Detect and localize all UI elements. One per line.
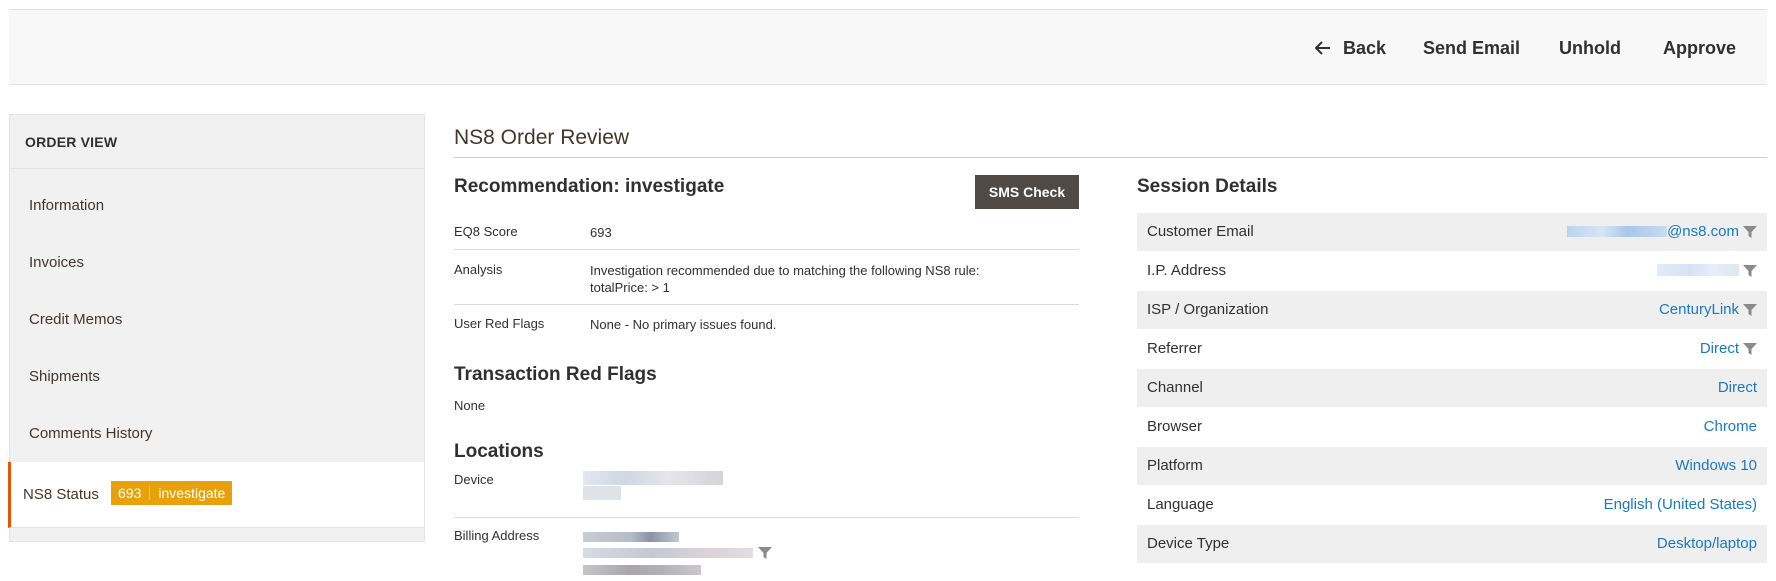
user-red-flags-value: None - No primary issues found.	[590, 317, 777, 332]
row-label: I.P. Address	[1147, 262, 1226, 279]
badge-score: 693	[118, 485, 142, 501]
sidebar-item-label: NS8 Status	[23, 486, 99, 503]
transaction-red-flags-value: None	[454, 398, 486, 413]
transaction-red-flags-title: Transaction Red Flags	[454, 364, 657, 385]
redacted-billing-address	[583, 532, 773, 580]
row-label: Referrer	[1147, 340, 1203, 357]
row-label: Device Type	[1147, 535, 1230, 552]
status-badge: 693 investigate	[111, 481, 233, 505]
sidebar-title: ORDER VIEW	[10, 115, 424, 169]
session-row-ip-address: I.P. Address	[1137, 252, 1767, 290]
sidebar-item-invoices[interactable]: Invoices	[9, 234, 423, 291]
divider	[454, 157, 1767, 158]
platform-link[interactable]: Windows 10	[1675, 447, 1757, 485]
sidebar-item-credit-memos[interactable]: Credit Memos	[9, 291, 423, 348]
filter-icon[interactable]	[1743, 304, 1757, 316]
language-link[interactable]: English (United States)	[1604, 486, 1757, 524]
divider	[454, 304, 1079, 305]
eq8-score-value: 693	[590, 225, 612, 240]
approve-button[interactable]: Approve	[1663, 10, 1736, 86]
session-details-title: Session Details	[1137, 176, 1278, 197]
redacted-device-location	[583, 471, 723, 501]
analysis-value-line2: totalPrice: > 1	[590, 280, 670, 295]
session-row-customer-email: Customer Email @ns8.com	[1137, 213, 1767, 251]
sidebar-item-ns8-status[interactable]: NS8 Status 693 investigate	[8, 462, 424, 528]
user-red-flags-label: User Red Flags	[454, 316, 545, 331]
row-label: Channel	[1147, 379, 1203, 396]
filter-icon[interactable]	[758, 547, 772, 559]
billing-address-label: Billing Address	[454, 528, 540, 543]
device-type-link[interactable]: Desktop/laptop	[1657, 525, 1757, 563]
divider	[454, 517, 1079, 518]
unhold-button[interactable]: Unhold	[1559, 10, 1621, 86]
session-row-browser: Browser Chrome	[1137, 408, 1767, 446]
eq8-score-label: EQ8 Score	[454, 224, 518, 239]
customer-email-link[interactable]: @ns8.com	[1567, 213, 1739, 251]
page-actions-bar: Back Send Email Unhold Approve	[9, 9, 1767, 85]
row-label: Platform	[1147, 457, 1203, 474]
row-label: ISP / Organization	[1147, 301, 1269, 318]
ip-address-link[interactable]	[1657, 252, 1739, 290]
sidebar-item-shipments[interactable]: Shipments	[9, 348, 423, 405]
recommendation-title: Recommendation: investigate	[454, 176, 725, 197]
sidebar-item-information[interactable]: Information	[9, 177, 423, 234]
row-label: Language	[1147, 496, 1214, 513]
session-row-language: Language English (United States)	[1137, 486, 1767, 524]
device-label: Device	[454, 472, 494, 487]
sms-check-button[interactable]: SMS Check	[975, 175, 1079, 209]
session-row-channel: Channel Direct	[1137, 369, 1767, 407]
analysis-label: Analysis	[454, 262, 503, 277]
session-row-platform: Platform Windows 10	[1137, 447, 1767, 485]
session-row-referrer: Referrer Direct	[1137, 330, 1767, 368]
divider	[454, 249, 1079, 250]
arrow-left-icon	[1315, 41, 1330, 55]
back-button[interactable]: Back	[1315, 10, 1386, 86]
browser-link[interactable]: Chrome	[1704, 408, 1757, 446]
filter-icon[interactable]	[1743, 226, 1757, 238]
back-button-label: Back	[1343, 38, 1387, 58]
filter-icon[interactable]	[1743, 265, 1757, 277]
row-label: Customer Email	[1147, 223, 1254, 240]
session-row-device-type: Device Type Desktop/laptop	[1137, 525, 1767, 563]
badge-status: investigate	[158, 485, 226, 501]
sidebar-item-comments-history[interactable]: Comments History	[9, 405, 423, 462]
session-row-isp: ISP / Organization CenturyLink	[1137, 291, 1767, 329]
locations-title: Locations	[454, 441, 544, 462]
row-label: Browser	[1147, 418, 1203, 435]
isp-link[interactable]: CenturyLink	[1659, 291, 1739, 329]
referrer-link[interactable]: Direct	[1700, 330, 1739, 368]
page-title: NS8 Order Review	[454, 126, 630, 149]
send-email-button[interactable]: Send Email	[1423, 10, 1520, 86]
analysis-value-line1: Investigation recommended due to matchin…	[590, 263, 980, 278]
channel-link[interactable]: Direct	[1718, 369, 1757, 407]
filter-icon[interactable]	[1743, 343, 1757, 355]
